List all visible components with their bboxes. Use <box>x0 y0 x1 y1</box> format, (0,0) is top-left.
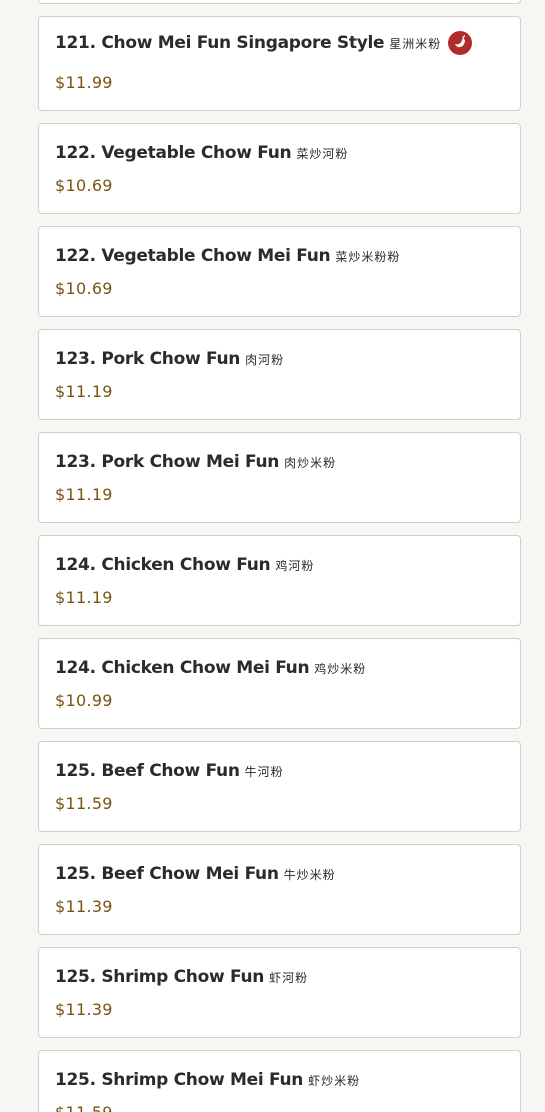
menu-item-chinese-name: 虾河粉 <box>269 970 309 985</box>
menu-item-name: 121. Chow Mei Fun Singapore Style <box>55 33 385 53</box>
menu-item-name: 124. Chicken Chow Fun <box>55 555 271 575</box>
menu-item-title: 123. Pork Chow Mei Fun 肉炒米粉 <box>55 450 336 474</box>
menu-viewport: 121. Chow Mei Fun Singapore Style 星洲米粉 $… <box>0 0 545 1112</box>
menu-item-title: 124. Chicken Chow Mei Fun 鸡炒米粉 <box>55 656 366 680</box>
menu-item-card[interactable]: 125. Beef Chow Mei Fun 牛炒米粉 $11.39 <box>38 844 521 935</box>
menu-item-name: 125. Beef Chow Mei Fun <box>55 864 279 884</box>
menu-item-name: 125. Shrimp Chow Mei Fun <box>55 1070 304 1090</box>
menu-item-name: 124. Chicken Chow Mei Fun <box>55 658 310 678</box>
menu-item-card[interactable]: 123. Pork Chow Mei Fun 肉炒米粉 $11.19 <box>38 432 521 523</box>
menu-item-title: 122. Vegetable Chow Fun 菜炒河粉 <box>55 141 348 165</box>
menu-item-title: 125. Shrimp Chow Fun 虾河粉 <box>55 965 308 989</box>
menu-item-chinese-name: 菜炒米粉粉 <box>335 249 401 264</box>
menu-item-name: 122. Vegetable Chow Mei Fun <box>55 246 331 266</box>
menu-item-name: 123. Pork Chow Fun <box>55 349 241 369</box>
menu-item-price: $11.59 <box>55 1103 113 1112</box>
menu-item-card[interactable]: 125. Shrimp Chow Fun 虾河粉 $11.39 <box>38 947 521 1038</box>
menu-item-title: 124. Chicken Chow Fun 鸡河粉 <box>55 553 314 577</box>
menu-item-list: 121. Chow Mei Fun Singapore Style 星洲米粉 $… <box>38 0 521 1112</box>
menu-item-price: $11.19 <box>55 588 113 607</box>
menu-item-card[interactable]: 125. Beef Chow Fun 牛河粉 $11.59 <box>38 741 521 832</box>
menu-item-title: 121. Chow Mei Fun Singapore Style 星洲米粉 <box>55 31 473 55</box>
menu-item-price: $11.59 <box>55 794 113 813</box>
menu-item-card[interactable]: 122. Vegetable Chow Fun 菜炒河粉 $10.69 <box>38 123 521 214</box>
menu-item-card[interactable]: 124. Chicken Chow Fun 鸡河粉 $11.19 <box>38 535 521 626</box>
menu-item-chinese-name: 虾炒米粉 <box>308 1073 361 1088</box>
menu-item-chinese-name: 肉炒米粉 <box>284 455 337 470</box>
menu-item-price: $11.39 <box>55 1000 113 1019</box>
menu-item-title: 123. Pork Chow Fun 肉河粉 <box>55 347 284 371</box>
menu-item-name: 125. Beef Chow Fun <box>55 761 240 781</box>
menu-item-price: $10.69 <box>55 279 113 298</box>
menu-item-name: 123. Pork Chow Mei Fun <box>55 452 280 472</box>
menu-item-title: 125. Beef Chow Mei Fun 牛炒米粉 <box>55 862 336 886</box>
menu-item-chinese-name: 牛河粉 <box>244 764 284 779</box>
menu-item-card[interactable]: 124. Chicken Chow Mei Fun 鸡炒米粉 $10.99 <box>38 638 521 729</box>
menu-item-chinese-name: 肉河粉 <box>245 352 285 367</box>
menu-item-title: 125. Shrimp Chow Mei Fun 虾炒米粉 <box>55 1068 360 1092</box>
menu-item-price: $11.99 <box>55 73 113 92</box>
menu-item-card[interactable]: 125. Shrimp Chow Mei Fun 虾炒米粉 $11.59 <box>38 1050 521 1112</box>
menu-item-chinese-name: 牛炒米粉 <box>283 867 336 882</box>
menu-item-chinese-name: 鸡炒米粉 <box>314 661 367 676</box>
menu-item-chinese-name: 鸡河粉 <box>275 558 315 573</box>
menu-item-title: 125. Beef Chow Fun 牛河粉 <box>55 759 284 783</box>
menu-item-price: $10.99 <box>55 691 113 710</box>
menu-item-chinese-name: 星洲米粉 <box>389 36 442 51</box>
menu-item-price: $10.69 <box>55 176 113 195</box>
menu-item-name: 125. Shrimp Chow Fun <box>55 967 265 987</box>
menu-item-price: $11.39 <box>55 897 113 916</box>
menu-item-price: $11.19 <box>55 382 113 401</box>
menu-item-card[interactable]: 123. Pork Chow Fun 肉河粉 $11.19 <box>38 329 521 420</box>
menu-item-name: 122. Vegetable Chow Fun <box>55 143 292 163</box>
menu-item-price: $11.19 <box>55 485 113 504</box>
chili-pepper-icon <box>448 31 473 55</box>
menu-item-title: 122. Vegetable Chow Mei Fun 菜炒米粉粉 <box>55 244 400 268</box>
menu-item-card[interactable]: 121. Chow Mei Fun Singapore Style 星洲米粉 $… <box>38 16 521 111</box>
menu-item-card[interactable]: 122. Vegetable Chow Mei Fun 菜炒米粉粉 $10.69 <box>38 226 521 317</box>
menu-item-card[interactable] <box>38 0 521 4</box>
menu-item-chinese-name: 菜炒河粉 <box>296 146 349 161</box>
